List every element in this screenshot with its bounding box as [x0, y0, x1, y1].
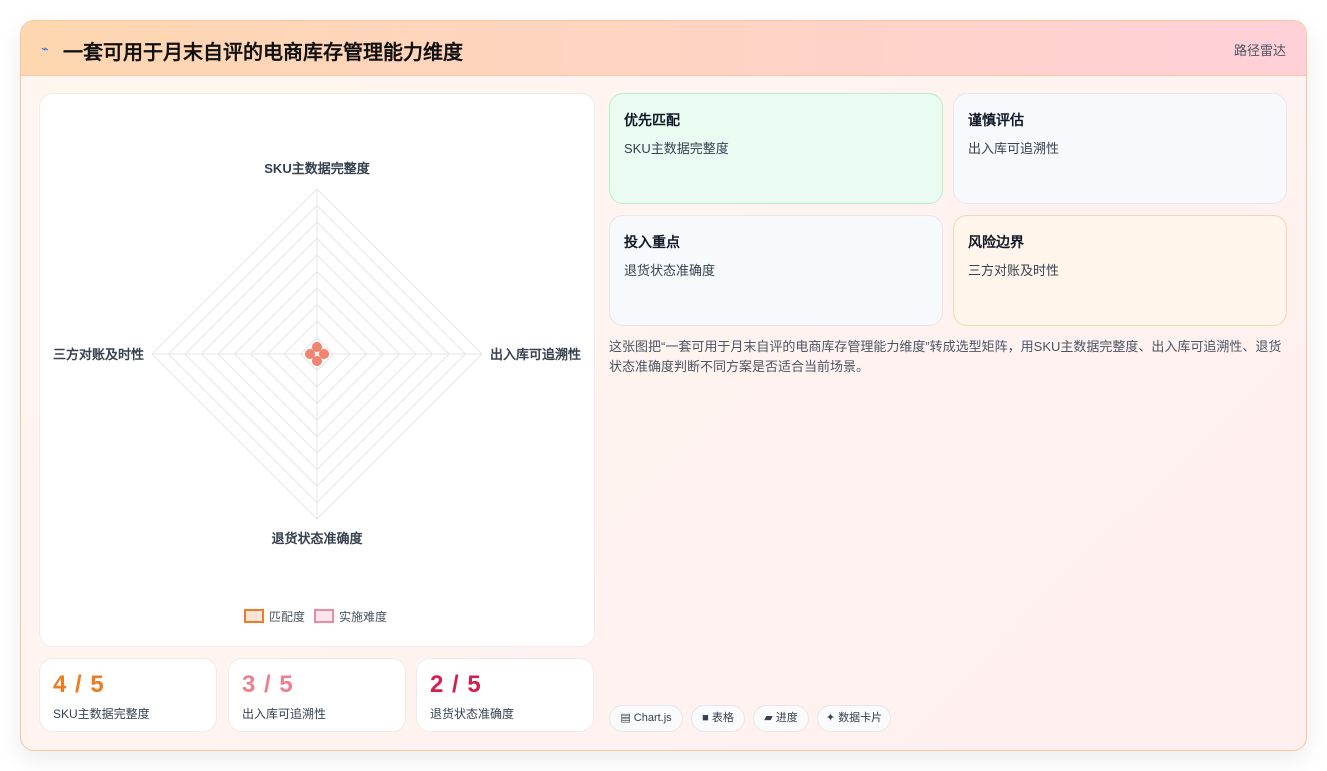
radar-axis-label: SKU主数据完整度: [264, 161, 370, 176]
matrix-cell-body: 退货状态准确度: [624, 263, 716, 278]
stat-value: 3 / 5: [242, 671, 294, 698]
stat-card-0: 4 / 5 SKU主数据完整度: [39, 658, 217, 732]
matrix-cell-body: 三方对账及时性: [968, 263, 1060, 278]
stat-label: 退货状态准确度: [430, 707, 515, 721]
page-title: 一套可用于月末自评的电商库存管理能力维度: [63, 42, 463, 64]
sparkle-icon: ✦: [825, 712, 836, 724]
matrix-cell-risk[interactable]: 风险边界 三方对账及时性: [953, 215, 1287, 326]
radar-chart-card: SKU主数据完整度出入库可追溯性退货状态准确度 三方对账及时性匹配度 实施难度: [39, 93, 595, 647]
tag-data-card[interactable]: ✦ 数据卡片: [817, 705, 891, 732]
wave-icon: ⌁: [41, 41, 49, 56]
legend-label[interactable]: 匹配度: [269, 609, 305, 624]
tag-table[interactable]: ■ 表格: [691, 705, 745, 732]
stat-label: 出入库可追溯性: [242, 707, 327, 721]
table-icon: ■: [702, 712, 709, 724]
radar-axis-label: 出入库可追溯性: [490, 347, 581, 362]
legend-swatch: [244, 609, 264, 623]
matrix-cell-invest[interactable]: 投入重点 退货状态准确度: [609, 215, 943, 326]
stat-value: 4 / 5: [53, 671, 105, 698]
stat-card-2: 2 / 5 退货状态准确度: [416, 658, 594, 732]
matrix-cell-title: 风险边界: [968, 234, 1024, 250]
radar-axis-label: 退货状态准确度: [271, 531, 363, 546]
tag-label: 表格: [711, 712, 734, 724]
matrix-cell-title: 优先匹配: [624, 112, 680, 128]
chart-icon: ▤: [620, 712, 631, 724]
header-tag[interactable]: 路径雷达: [1234, 40, 1286, 59]
tag-label: 进度: [775, 712, 798, 724]
radar-axis-label: 三方对账及时性: [53, 347, 144, 362]
chart-description: 这张图把“一套可用于月末自评的电商库存管理能力维度”转成选型矩阵，用SKU主数据…: [609, 339, 1282, 374]
legend-label[interactable]: 实施难度: [339, 609, 387, 624]
matrix-cell-title: 投入重点: [624, 234, 680, 250]
stat-value: 2 / 5: [430, 671, 482, 698]
matrix-cell-body: SKU主数据完整度: [624, 141, 729, 156]
stat-card-1: 3 / 5 出入库可追溯性: [228, 658, 406, 732]
radar-point[interactable]: [305, 349, 315, 359]
radar-chart: SKU主数据完整度出入库可追溯性退货状态准确度 三方对账及时性匹配度 实施难度: [53, 161, 581, 624]
header-bar: ⌁ 一套可用于月末自评的电商库存管理能力维度 路径雷达: [21, 21, 1306, 76]
tag-label: 数据卡片: [838, 712, 883, 724]
tag-progress[interactable]: ▰ 进度: [753, 705, 809, 732]
dashboard-frame: ⌁ 一套可用于月末自评的电商库存管理能力维度 路径雷达 SKU主数据完整度出入库…: [20, 20, 1307, 751]
matrix-cell-body: 出入库可追溯性: [968, 141, 1060, 156]
stat-label: SKU主数据完整度: [53, 707, 150, 721]
matrix-cell-title: 谨慎评估: [968, 112, 1024, 128]
matrix-cell-caution[interactable]: 谨慎评估 出入库可追溯性: [953, 93, 1287, 204]
legend-swatch: [314, 609, 334, 623]
tag-chartjs[interactable]: ▤ Chart.js: [609, 705, 683, 732]
tag-label: Chart.js: [633, 712, 672, 724]
progress-icon: ▰: [764, 712, 773, 724]
matrix-cell-priority[interactable]: 优先匹配 SKU主数据完整度: [609, 93, 943, 204]
